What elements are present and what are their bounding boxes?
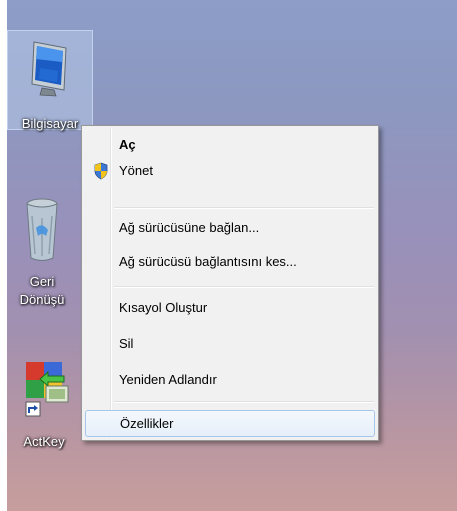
menu-item-label: Özellikler — [120, 416, 174, 431]
context-menu: Aç Yönet Ağ sürücüsüne bağlan... Ağ sürü… — [81, 125, 379, 441]
desktop-icon-computer[interactable]: Bilgisayar — [7, 38, 93, 133]
menu-item-label: Yönet — [119, 163, 153, 178]
menu-item-map-network-drive[interactable]: Ağ sürücüsüne bağlan... — [85, 216, 375, 240]
menu-item-rename[interactable]: Yeniden Adlandır — [85, 368, 375, 392]
menu-item-label: Kısayol Oluştur — [119, 300, 208, 315]
desktop-icon-label-line2: Dönüşü — [19, 292, 65, 307]
recycle-bin-icon — [26, 198, 58, 261]
menu-separator — [114, 286, 374, 288]
menu-separator — [114, 207, 374, 209]
desktop-icon-label: Geri — [29, 274, 55, 289]
computer-icon — [31, 41, 67, 97]
uac-shield-icon — [94, 162, 108, 180]
menu-item-manage[interactable]: Yönet — [85, 159, 375, 183]
menu-item-label: Aç — [119, 137, 136, 152]
desktop-icon-recycle-bin[interactable]: Geri Dönüşü — [7, 196, 85, 309]
menu-item-label: Yeniden Adlandır — [119, 372, 217, 387]
menu-separator — [114, 401, 374, 403]
desktop-icon-actkey[interactable]: ActKey — [7, 356, 87, 451]
menu-item-label: Sil — [119, 336, 134, 351]
desktop-icon-label: ActKey — [23, 434, 65, 449]
menu-item-properties[interactable]: Özellikler — [85, 410, 375, 437]
menu-item-create-shortcut[interactable]: Kısayol Oluştur — [85, 296, 375, 320]
menu-item-label: Ağ sürücüsüne bağlan... — [119, 220, 260, 235]
menu-item-delete[interactable]: Sil — [85, 332, 375, 356]
actkey-shortcut-icon — [25, 362, 69, 417]
menu-item-label: Ağ sürücüsü bağlantısını kes... — [119, 254, 297, 269]
desktop: Bilgisayar Geri Dönüşü ActKey Aç Yönet A… — [7, 0, 457, 511]
menu-item-disconnect-network-drive[interactable]: Ağ sürücüsü bağlantısını kes... — [85, 250, 375, 274]
menu-item-open[interactable]: Aç — [85, 133, 375, 157]
